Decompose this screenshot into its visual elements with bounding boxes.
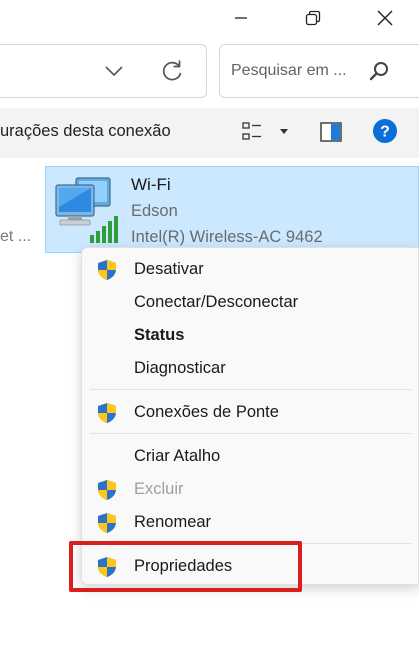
preview-pane-icon[interactable] — [319, 120, 343, 144]
menu-item-renomear[interactable]: Renomear — [82, 506, 418, 539]
network-connection-wifi[interactable]: Wi-Fi Edson Intel(R) Wireless-AC 9462 — [45, 166, 419, 253]
menu-item-label: Conectar/Desconectar — [134, 293, 299, 311]
view-options-icon[interactable] — [241, 120, 265, 144]
menu-item-label: Conexões de Ponte — [134, 403, 279, 421]
help-icon[interactable]: ? — [372, 118, 398, 144]
menu-item-criar-atalho[interactable]: Criar Atalho — [82, 440, 418, 473]
refresh-icon[interactable] — [158, 57, 186, 85]
highlight-box — [69, 541, 302, 592]
menu-item-label: Criar Atalho — [134, 447, 221, 465]
minimize-button[interactable] — [206, 0, 276, 36]
menu-item-diagnosticar[interactable]: Diagnosticar — [82, 352, 418, 385]
close-button[interactable] — [350, 0, 419, 36]
change-connection-settings-link[interactable]: urações desta conexão — [0, 122, 171, 141]
close-icon — [377, 10, 393, 26]
uac-shield-icon — [98, 260, 116, 280]
network-adapter-name: Intel(R) Wireless-AC 9462 — [131, 228, 323, 246]
restore-icon — [305, 10, 321, 26]
menu-item-conexoes-de-ponte[interactable]: Conexões de Ponte — [82, 396, 418, 429]
context-menu: Desativar Conectar/Desconectar Status Di… — [81, 247, 419, 585]
menu-item-label: Diagnosticar — [134, 359, 226, 377]
network-name: Wi-Fi — [131, 175, 171, 194]
uac-shield-icon — [98, 480, 116, 500]
chevron-down-icon[interactable] — [102, 59, 126, 83]
clipped-item-label: et ... — [0, 228, 32, 245]
menu-item-label: Renomear — [134, 513, 212, 531]
menu-item-status[interactable]: Status — [82, 319, 418, 352]
menu-item-excluir: Excluir — [82, 473, 418, 506]
uac-shield-icon — [98, 513, 116, 533]
minimize-icon — [235, 17, 247, 19]
restore-button[interactable] — [278, 0, 348, 36]
uac-shield-icon — [98, 403, 116, 423]
svg-text:?: ? — [380, 124, 390, 141]
search-placeholder: Pesquisar em ... — [231, 62, 347, 79]
command-bar: urações desta conexão ? — [0, 108, 419, 158]
menu-separator — [90, 433, 412, 434]
menu-item-desativar[interactable]: Desativar — [82, 253, 418, 286]
menu-separator — [90, 389, 412, 390]
search-box[interactable]: Pesquisar em ... — [219, 44, 419, 98]
network-profile-name: Edson — [131, 202, 178, 220]
menu-item-label: Excluir — [134, 480, 184, 498]
search-icon[interactable] — [368, 60, 390, 82]
menu-item-label: Desativar — [134, 260, 204, 278]
dropdown-arrow-icon[interactable] — [279, 128, 289, 136]
address-bar[interactable] — [0, 44, 207, 98]
menu-item-conectar-desconectar[interactable]: Conectar/Desconectar — [82, 286, 418, 319]
wireless-network-icon — [55, 177, 118, 243]
menu-item-label: Status — [134, 326, 185, 344]
